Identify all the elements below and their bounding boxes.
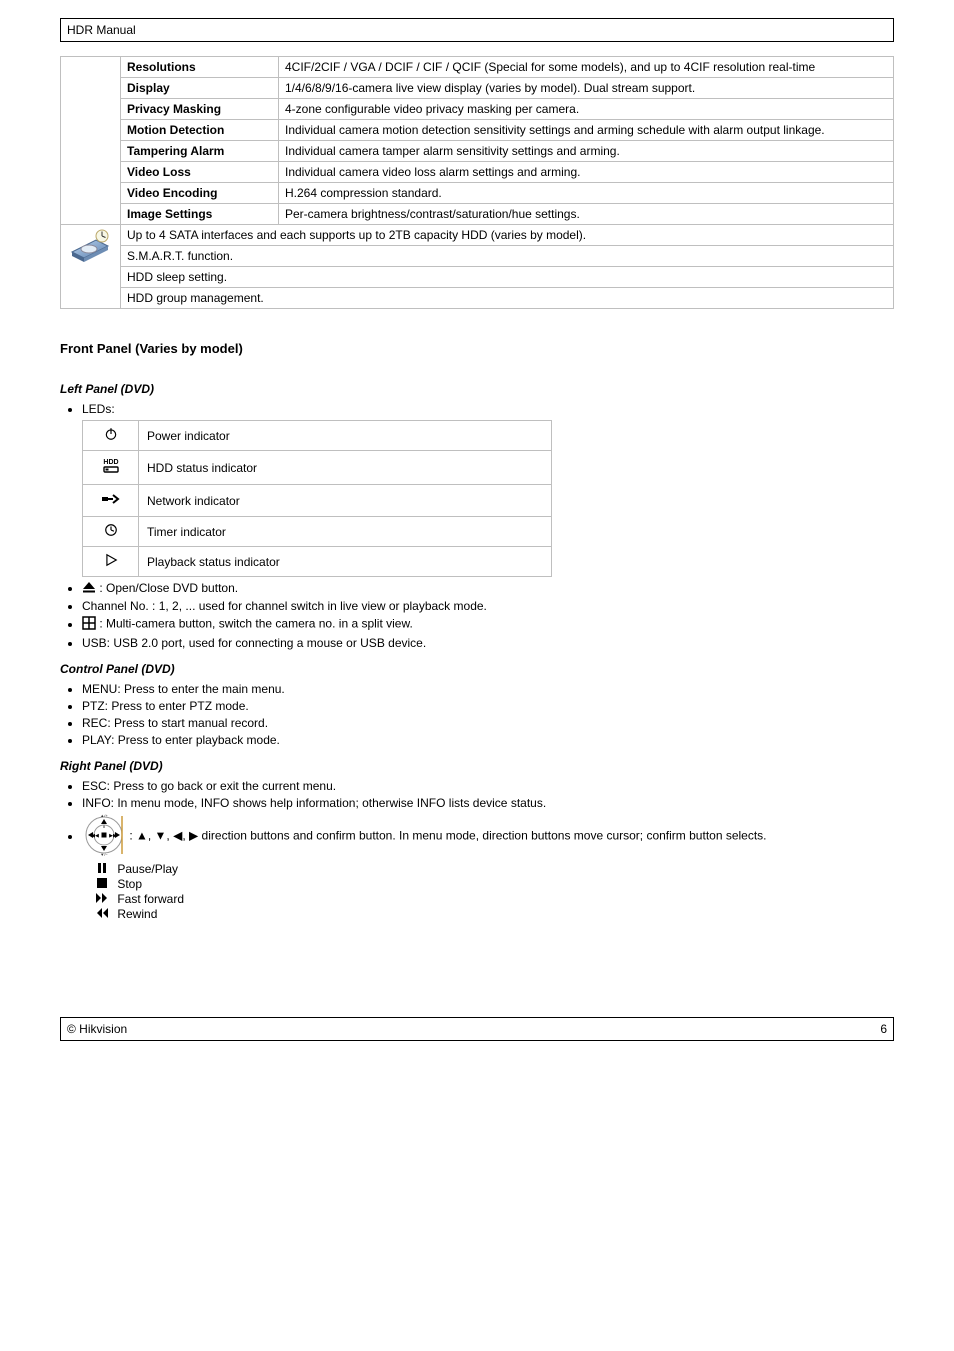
play-outline-icon	[104, 553, 118, 567]
sublist-item: Rewind	[94, 907, 894, 921]
spec-desc: HDD group management.	[121, 288, 894, 309]
spec-table: Resolutions 4CIF/2CIF / VGA / DCIF / CIF…	[60, 56, 894, 309]
spec-label: Display	[121, 78, 279, 99]
svg-text:▲/+: ▲/+	[100, 813, 108, 818]
hdd-indicator-icon: HDD	[100, 457, 122, 475]
led-label: HDD status indicator	[139, 451, 552, 485]
list-text: : Multi-camera button, switch the camera…	[99, 617, 412, 631]
sublist-item: Pause/Play	[94, 862, 894, 876]
led-label: Network indicator	[139, 485, 552, 517]
leds-caption: LEDs: Power indicator HDD	[82, 402, 894, 577]
led-icon-cell: HDD	[83, 451, 139, 485]
section-heading-left-panel: Left Panel (DVD)	[60, 382, 894, 396]
spec-label: Resolutions	[121, 57, 279, 78]
list-item: USB: USB 2.0 port, used for connecting a…	[82, 636, 894, 650]
sublist-item: Fast forward	[94, 892, 894, 906]
spec-label: Video Loss	[121, 162, 279, 183]
list-item: MENU: Press to enter the main menu.	[82, 682, 894, 696]
spec-desc: H.264 compression standard.	[279, 183, 894, 204]
spec-desc: Individual camera tamper alarm sensitivi…	[279, 141, 894, 162]
spec-label: Tampering Alarm	[121, 141, 279, 162]
power-icon	[104, 427, 118, 441]
led-label: Power indicator	[139, 421, 552, 451]
fast-forward-icon	[94, 892, 110, 906]
svg-text:HDD: HDD	[103, 459, 118, 466]
pause-icon	[94, 862, 110, 876]
leds-caption-text: LEDs:	[82, 402, 115, 416]
svg-text:▶▶: ▶▶	[109, 833, 117, 839]
spec-desc: Individual camera motion detection sensi…	[279, 120, 894, 141]
grid-icon	[82, 616, 96, 633]
led-label: Timer indicator	[139, 517, 552, 547]
dpad-icon: ▲/+ ▼/− II ◀◀ ▶▶	[82, 813, 126, 860]
list-text: Channel No. : 1, 2, ... used for channel…	[82, 599, 487, 613]
sublist-text: Pause/Play	[117, 862, 178, 876]
spec-label: Motion Detection	[121, 120, 279, 141]
list-item: REC: Press to start manual record.	[82, 716, 894, 730]
list-item: Channel No. : 1, 2, ... used for channel…	[82, 599, 894, 613]
list-item: : Multi-camera button, switch the camera…	[82, 616, 894, 633]
page-number: 6	[880, 1022, 887, 1036]
list-item: ESC: Press to go back or exit the curren…	[82, 779, 894, 793]
sublist-text: Fast forward	[117, 892, 184, 906]
spec-desc: 4CIF/2CIF / VGA / DCIF / CIF / QCIF (Spe…	[279, 57, 894, 78]
category-cell-hdd	[61, 225, 121, 309]
list-item: : Open/Close DVD button.	[82, 581, 894, 596]
section-heading-front-panel: Front Panel (Varies by model)	[60, 341, 894, 356]
led-icon-cell	[83, 421, 139, 451]
list-item: ▲/+ ▼/− II ◀◀ ▶▶ : ▲, ▼, ◀, ▶ direction …	[82, 813, 894, 921]
spec-label: Privacy Masking	[121, 99, 279, 120]
section-heading-right-panel: Right Panel (DVD)	[60, 759, 894, 773]
spec-desc: 4-zone configurable video privacy maskin…	[279, 99, 894, 120]
svg-text:II: II	[103, 824, 105, 829]
spec-desc: S.M.A.R.T. function.	[121, 246, 894, 267]
sublist-item: Stop	[94, 877, 894, 891]
list-item: INFO: In menu mode, INFO shows help info…	[82, 796, 894, 810]
led-icon-cell	[83, 517, 139, 547]
list-item: PLAY: Press to enter playback mode.	[82, 733, 894, 747]
sublist-text: Rewind	[117, 907, 157, 921]
list-text: : ▲, ▼, ◀, ▶ direction buttons and confi…	[129, 829, 766, 843]
eject-icon	[82, 581, 96, 596]
led-icon-cell	[83, 547, 139, 577]
spec-desc: Up to 4 SATA interfaces and each support…	[121, 225, 894, 246]
spec-desc: Individual camera video loss alarm setti…	[279, 162, 894, 183]
sublist-text: Stop	[117, 877, 142, 891]
footer-left: © Hikvision	[67, 1022, 127, 1036]
stop-icon	[94, 877, 110, 891]
clock-icon	[104, 523, 118, 537]
network-icon	[101, 491, 121, 507]
page-footer: © Hikvision 6	[60, 1017, 894, 1041]
svg-text:◀◀: ◀◀	[91, 833, 99, 839]
list-text: : Open/Close DVD button.	[99, 581, 238, 595]
list-text: USB: USB 2.0 port, used for connecting a…	[82, 636, 426, 650]
led-table: Power indicator HDD HDD status indicator	[82, 420, 552, 577]
section-heading-control-panel: Control Panel (DVD)	[60, 662, 894, 676]
spec-label: Video Encoding	[121, 183, 279, 204]
header-title: HDR Manual	[67, 23, 136, 37]
rewind-icon	[94, 907, 110, 921]
spec-label: Image Settings	[121, 204, 279, 225]
page-header: HDR Manual	[60, 18, 894, 42]
svg-text:▼/−: ▼/−	[100, 852, 108, 857]
spec-desc: 1/4/6/8/9/16-camera live view display (v…	[279, 78, 894, 99]
spec-desc: Per-camera brightness/contrast/saturatio…	[279, 204, 894, 225]
led-icon-cell	[83, 485, 139, 517]
led-label: Playback status indicator	[139, 547, 552, 577]
spec-desc: HDD sleep setting.	[121, 267, 894, 288]
hdd-icon	[70, 228, 112, 266]
category-cell-video	[61, 57, 121, 225]
list-item: PTZ: Press to enter PTZ mode.	[82, 699, 894, 713]
